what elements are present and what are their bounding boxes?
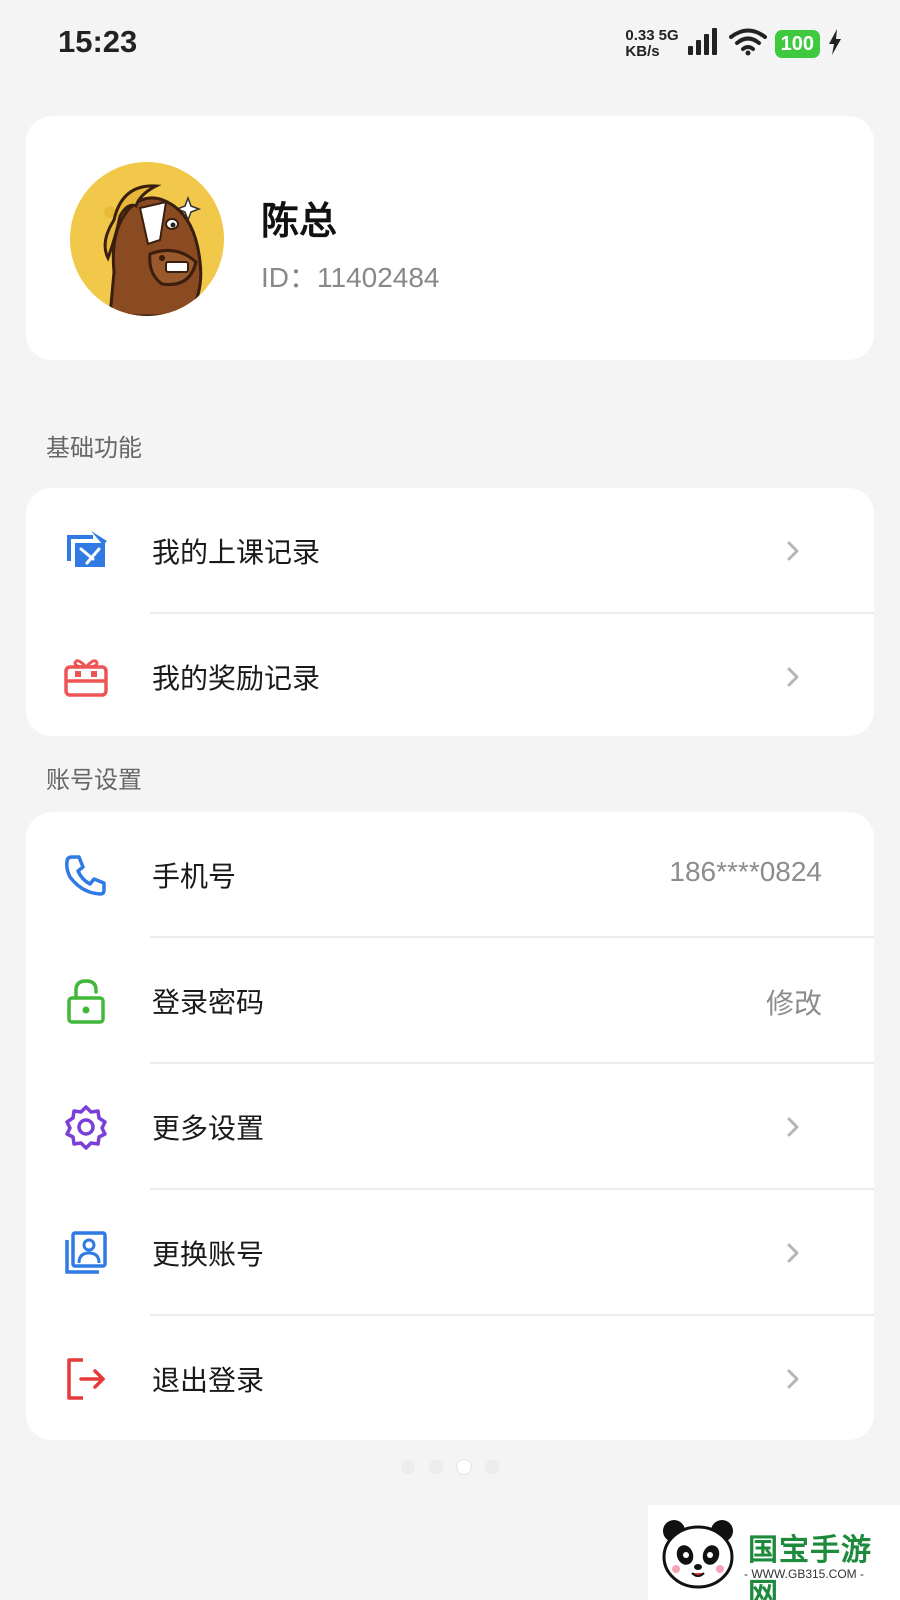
gear-icon (60, 1104, 112, 1150)
class-record-icon (60, 528, 112, 574)
modify-password-link[interactable]: 修改 (766, 982, 822, 1022)
section-title-basic: 基础功能 (46, 434, 142, 462)
charging-icon (828, 29, 842, 59)
watermark-title: 国宝手游网 (748, 1533, 872, 1600)
chevron-right-icon (787, 541, 799, 561)
account-settings-card: 手机号 186****0824 登录密码 修改 更多设置 更换账号 退出登录 (26, 812, 874, 1440)
phone-number-value: 186****0824 (669, 856, 822, 887)
menu-item-class-records[interactable]: 我的上课记录 (26, 488, 874, 614)
chevron-right-icon (787, 1117, 799, 1137)
panda-icon (662, 1520, 734, 1589)
page-dot-active (457, 1460, 471, 1474)
net-speed-value: 0.33 (625, 27, 655, 44)
menu-item-label: 登录密码 (152, 986, 265, 1019)
status-indicators: 0.33 5G KB/s 100 (625, 24, 842, 64)
switch-account-icon (60, 1230, 112, 1276)
network-speed: 0.33 5G KB/s (625, 28, 678, 60)
phone-icon (60, 852, 112, 898)
lock-icon (60, 978, 112, 1024)
menu-item-more-settings[interactable]: 更多设置 (26, 1064, 874, 1190)
chevron-right-icon (787, 1369, 799, 1389)
user-name: 陈总 (261, 199, 338, 243)
status-bar: 15:23 0.33 5G KB/s 100 (0, 0, 900, 90)
basic-functions-card: 我的上课记录 我的奖励记录 (26, 488, 874, 736)
menu-item-logout[interactable]: 退出登录 (26, 1316, 874, 1440)
battery-indicator: 100 (774, 30, 820, 58)
menu-item-label: 更多设置 (152, 1112, 265, 1145)
page-indicator (0, 1460, 900, 1474)
wifi-icon (728, 28, 767, 60)
chevron-right-icon (787, 1243, 799, 1263)
menu-item-label: 更换账号 (152, 1238, 265, 1271)
avatar[interactable] (70, 162, 224, 316)
menu-item-phone[interactable]: 手机号 186****0824 (26, 812, 874, 938)
menu-item-label: 退出登录 (152, 1364, 265, 1397)
menu-item-label: 手机号 (152, 860, 237, 893)
page-dot (429, 1460, 443, 1474)
page-dot (485, 1460, 499, 1474)
page-dot (401, 1460, 415, 1474)
menu-item-login-password[interactable]: 登录密码 修改 (26, 938, 874, 1064)
net-speed-unit: KB/s (625, 43, 660, 60)
menu-item-label: 我的奖励记录 (152, 662, 321, 695)
menu-item-reward-records[interactable]: 我的奖励记录 (26, 614, 874, 736)
watermark-logo: 国宝手游网 - WWW.GB315.COM - (648, 1505, 900, 1600)
gift-icon (60, 654, 112, 700)
user-id: ID：11402484 (261, 262, 440, 293)
chevron-right-icon (787, 667, 799, 687)
profile-card[interactable]: 陈总 ID：11402484 (26, 116, 874, 360)
horse-avatar-icon (70, 162, 224, 316)
watermark-url: - WWW.GB315.COM - (744, 1567, 864, 1581)
logout-icon (60, 1356, 112, 1402)
signal-icon (687, 28, 721, 60)
menu-item-switch-account[interactable]: 更换账号 (26, 1190, 874, 1316)
section-title-account: 账号设置 (46, 766, 142, 794)
menu-item-label: 我的上课记录 (152, 536, 321, 569)
status-time: 15:23 (58, 24, 138, 59)
net-type: 5G (658, 27, 679, 44)
